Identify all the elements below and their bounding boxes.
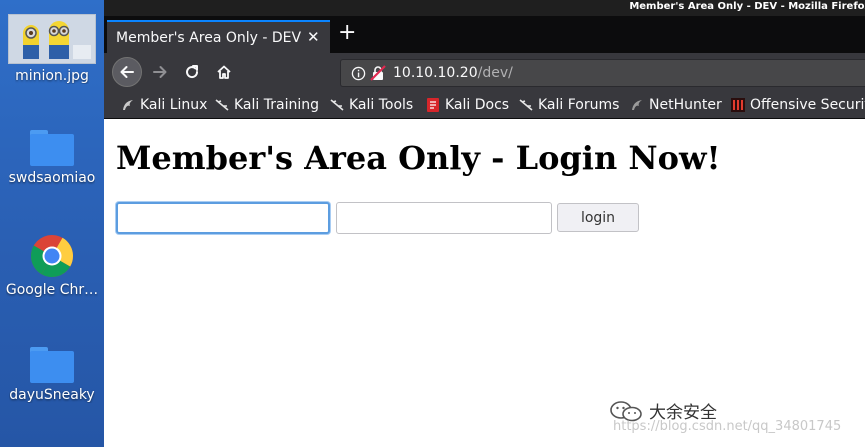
bookmark-kali-training[interactable]: Kali Training [215, 95, 319, 115]
desktop-icon-label: minion.jpg [15, 68, 89, 84]
login-button[interactable]: login [557, 203, 639, 232]
window-titlebar: Member's Area Only - DEV - Mozilla Firef… [104, 0, 865, 16]
desktop-icon-dayusneaky[interactable]: dayuSneaky [0, 347, 104, 403]
username-input[interactable] [116, 202, 330, 234]
navigation-toolbar: 10.10.10.20/dev/ [104, 53, 865, 91]
reload-icon [186, 65, 199, 79]
kali-dragon-icon [215, 99, 229, 111]
bookmark-label: NetHunter [649, 97, 722, 113]
desktop-icon-label: swdsaomiao [8, 170, 96, 186]
image-thumbnail-icon [8, 14, 96, 64]
tab-close-icon[interactable]: ✕ [307, 28, 320, 46]
desktop-icon-minion[interactable]: minion.jpg [0, 14, 104, 84]
folder-icon [30, 130, 74, 166]
desktop-icon-swdsaomiao[interactable]: swdsaomiao [0, 130, 104, 186]
folder-icon [30, 347, 74, 383]
tab-title: Member's Area Only - DEV [116, 30, 302, 46]
url-bar[interactable]: 10.10.10.20/dev/ [340, 59, 865, 87]
offsec-icon [731, 98, 745, 112]
bookmarks-toolbar: Kali Linux Kali Training Kali Tools Kali… [104, 91, 865, 119]
bookmark-label: Kali Tools [349, 97, 414, 113]
forward-button[interactable] [146, 58, 174, 86]
nethunter-icon [632, 100, 642, 110]
page-content: Member's Area Only - Login Now! login [104, 119, 865, 447]
url-text[interactable]: 10.10.10.20/dev/ [393, 65, 513, 81]
bookmark-kali-docs[interactable]: Kali Docs [426, 95, 509, 115]
insecure-lock-icon[interactable] [370, 65, 386, 81]
home-icon [217, 65, 231, 79]
reload-button[interactable] [178, 58, 206, 86]
home-button[interactable] [210, 58, 238, 86]
bookmark-kali-forums[interactable]: Kali Forums [519, 95, 619, 115]
back-arrow-icon [120, 66, 134, 78]
desktop-icon-google-chrome[interactable]: Google Chr… [0, 234, 104, 298]
info-icon[interactable] [351, 66, 366, 81]
kali-dragon-icon [330, 99, 344, 111]
kali-dragon-icon [519, 99, 533, 111]
bookmark-label: Kali Forums [538, 97, 620, 113]
window-title: Member's Area Only - DEV - Mozilla Firef… [629, 1, 865, 12]
url-host: 10.10.10.20 [393, 65, 478, 81]
page-heading: Member's Area Only - Login Now! [116, 139, 721, 177]
bookmark-kali-tools[interactable]: Kali Tools [330, 95, 413, 115]
desktop-icon-label: Google Chr… [5, 282, 99, 298]
bookmark-label: Kali Docs [445, 97, 510, 113]
forward-arrow-icon [153, 66, 167, 78]
bookmark-offensive-security[interactable]: Offensive Security [731, 95, 865, 115]
watermark-url: https://blog.csdn.net/qq_34801745 [613, 419, 842, 434]
bookmark-label: Kali Linux [140, 97, 208, 113]
bookmark-label: Offensive Security [750, 97, 865, 113]
desktop: minion.jpg swdsaomiao Google Chr… dayuSn… [0, 0, 104, 447]
bookmark-kali-linux[interactable]: Kali Linux [121, 95, 207, 115]
tab-strip: Member's Area Only - DEV ✕ + [104, 16, 865, 53]
password-input[interactable] [336, 202, 552, 234]
kali-dragon-icon [123, 100, 133, 110]
bookmark-label: Kali Training [234, 97, 319, 113]
back-button[interactable] [112, 57, 142, 87]
browser-window: Member's Area Only - DEV - Mozilla Firef… [104, 0, 865, 447]
tab-active[interactable]: Member's Area Only - DEV ✕ [107, 20, 330, 53]
chrome-icon [30, 234, 74, 278]
desktop-icon-label: dayuSneaky [9, 387, 95, 403]
new-tab-icon[interactable]: + [338, 22, 356, 44]
bookmark-nethunter[interactable]: NetHunter [630, 95, 722, 115]
url-path: /dev/ [477, 65, 513, 81]
kali-docs-icon [427, 98, 439, 112]
